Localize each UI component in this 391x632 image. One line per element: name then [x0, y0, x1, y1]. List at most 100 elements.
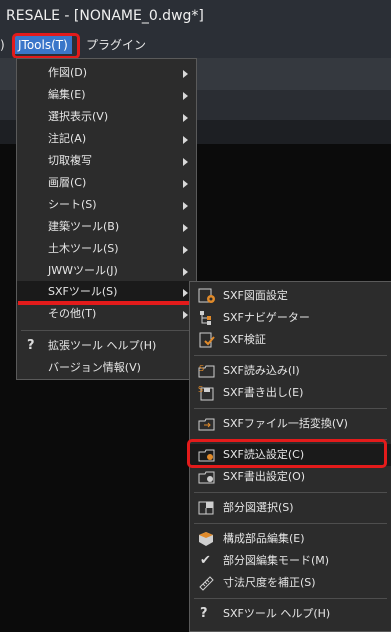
submenu-item-label: SXFツール ヘルプ(H)	[223, 607, 331, 620]
menu-plugin[interactable]: プラグイン	[86, 36, 146, 54]
import-icon: S	[198, 364, 215, 378]
menu-item-label: その他(T)	[48, 307, 97, 320]
submenu-item-label: SXF書出設定(O)	[223, 470, 306, 483]
menu-separator	[194, 598, 387, 599]
submenu-item-export[interactable]: S SXF書き出し(E)	[190, 382, 391, 404]
menu-item-label: 注記(A)	[48, 132, 87, 145]
verify-icon	[199, 332, 215, 348]
menu-item-label: 画層(C)	[48, 176, 87, 189]
menu-fragment[interactable]: )	[0, 36, 5, 54]
submenu-item-drawing-settings[interactable]: SXF図面設定	[190, 285, 391, 307]
submenu-item-label: 寸法尺度を補正(S)	[223, 576, 316, 589]
canvas-area	[197, 144, 391, 281]
menu-bar: ) JTools(T) プラグイン	[0, 32, 391, 58]
submenu-item-dimension-scale[interactable]: 寸法尺度を補正(S)	[190, 572, 391, 594]
chevron-right-icon	[183, 158, 188, 166]
submenu-item-label: SXFナビゲーター	[223, 311, 310, 324]
checkmark-icon: ✔	[200, 553, 211, 568]
menu-item-civil-tools[interactable]: 土木ツール(S)	[17, 238, 196, 260]
menu-separator	[194, 523, 387, 524]
menu-item-other[interactable]: その他(T)	[17, 303, 196, 325]
submenu-item-label: SXF図面設定	[223, 289, 288, 302]
dimension-scale-icon	[199, 576, 214, 591]
chevron-right-icon	[183, 136, 188, 144]
help-icon: ?	[200, 606, 208, 621]
menu-item-help[interactable]: ? 拡張ツール ヘルプ(H)	[17, 335, 196, 357]
sxf-tools-submenu: SXF図面設定 SXFナビゲーター SXF検証 S SXF読み込み(I) S S…	[189, 281, 391, 632]
import-settings-icon	[198, 449, 215, 462]
menu-item-sheet[interactable]: シート(S)	[17, 194, 196, 216]
menu-item-draw[interactable]: 作図(D)	[17, 62, 196, 84]
menu-item-label: 拡張ツール ヘルプ(H)	[48, 339, 157, 352]
submenu-item-label: SXF検証	[223, 333, 266, 346]
chevron-right-icon	[183, 180, 188, 188]
sxf-tools-highlight-underline	[18, 301, 190, 305]
chevron-right-icon	[183, 114, 188, 122]
menu-item-label: 作図(D)	[48, 66, 88, 79]
chevron-right-icon	[183, 92, 188, 100]
component-edit-icon	[199, 532, 213, 546]
partial-select-icon	[198, 501, 214, 515]
jtools-dropdown: 作図(D) 編集(E) 選択表示(V) 注記(A) 切取複写 画層(C) シート…	[16, 58, 197, 380]
menu-separator	[194, 492, 387, 493]
menu-separator	[194, 355, 387, 356]
submenu-item-label: SXF読込設定(C)	[223, 448, 305, 461]
menu-item-label: 選択表示(V)	[48, 110, 109, 123]
chevron-right-icon	[183, 246, 188, 254]
chevron-right-icon	[183, 202, 188, 210]
chevron-right-icon	[183, 289, 188, 297]
submenu-item-partial-select[interactable]: 部分図選択(S)	[190, 497, 391, 519]
submenu-item-help[interactable]: ? SXFツール ヘルプ(H)	[190, 603, 391, 625]
svg-text:S: S	[199, 364, 204, 373]
menu-item-layer[interactable]: 画層(C)	[17, 172, 196, 194]
menu-separator	[194, 408, 387, 409]
drawing-settings-icon	[198, 288, 215, 303]
help-icon: ?	[27, 338, 35, 353]
menu-item-jww-tools[interactable]: JWWツール(J)	[17, 260, 196, 282]
submenu-item-import[interactable]: S SXF読み込み(I)	[190, 360, 391, 382]
svg-text:S: S	[198, 385, 203, 394]
menu-item-annotation[interactable]: 注記(A)	[17, 128, 196, 150]
submenu-item-partial-edit-mode[interactable]: ✔ 部分図編集モード(M)	[190, 550, 391, 572]
window-title: RESALE - [NONAME_0.dwg*]	[6, 8, 204, 24]
menu-item-cut-copy[interactable]: 切取複写	[17, 150, 196, 172]
menu-item-version[interactable]: バージョン情報(V)	[17, 357, 196, 379]
navigator-icon	[200, 311, 211, 325]
export-settings-icon	[198, 471, 215, 484]
submenu-item-label: SXFファイル一括変換(V)	[223, 417, 348, 430]
menu-separator	[21, 330, 192, 331]
submenu-item-label: SXF書き出し(E)	[223, 386, 304, 399]
submenu-item-label: 部分図編集モード(M)	[223, 554, 330, 567]
chevron-right-icon	[183, 268, 188, 276]
menu-item-label: 建築ツール(B)	[48, 220, 120, 233]
menu-item-label: SXFツール(S)	[48, 285, 118, 298]
menu-item-label: 切取複写	[48, 154, 92, 167]
menu-item-label: シート(S)	[48, 198, 97, 211]
menu-item-edit[interactable]: 編集(E)	[17, 84, 196, 106]
menu-item-sxf-tools[interactable]: SXFツール(S)	[17, 281, 196, 303]
menu-item-architecture-tools[interactable]: 建築ツール(B)	[17, 216, 196, 238]
export-icon: S	[198, 385, 214, 401]
chevron-right-icon	[183, 311, 188, 319]
submenu-item-label: 部分図選択(S)	[223, 501, 294, 514]
submenu-item-export-settings[interactable]: SXF書出設定(O)	[190, 466, 391, 488]
menu-item-select-display[interactable]: 選択表示(V)	[17, 106, 196, 128]
submenu-item-navigator[interactable]: SXFナビゲーター	[190, 307, 391, 329]
canvas-area	[0, 380, 189, 632]
menu-jtools[interactable]: JTools(T)	[14, 36, 72, 54]
submenu-item-label: 構成部品編集(E)	[223, 532, 305, 545]
submenu-item-batch-convert[interactable]: SXFファイル一括変換(V)	[190, 413, 391, 435]
chevron-right-icon	[183, 224, 188, 232]
menu-separator	[194, 439, 387, 440]
submenu-item-label: SXF読み込み(I)	[223, 364, 300, 377]
menu-item-label: 土木ツール(S)	[48, 242, 119, 255]
menu-item-label: 編集(E)	[48, 88, 86, 101]
submenu-item-verify[interactable]: SXF検証	[190, 329, 391, 351]
menu-item-label: バージョン情報(V)	[48, 361, 141, 374]
submenu-item-component-edit[interactable]: 構成部品編集(E)	[190, 528, 391, 550]
menu-item-label: JWWツール(J)	[48, 264, 118, 277]
title-bar: RESALE - [NONAME_0.dwg*]	[0, 0, 391, 32]
chevron-right-icon	[183, 70, 188, 78]
batch-convert-icon	[198, 418, 215, 431]
submenu-item-import-settings[interactable]: SXF読込設定(C)	[190, 444, 391, 466]
